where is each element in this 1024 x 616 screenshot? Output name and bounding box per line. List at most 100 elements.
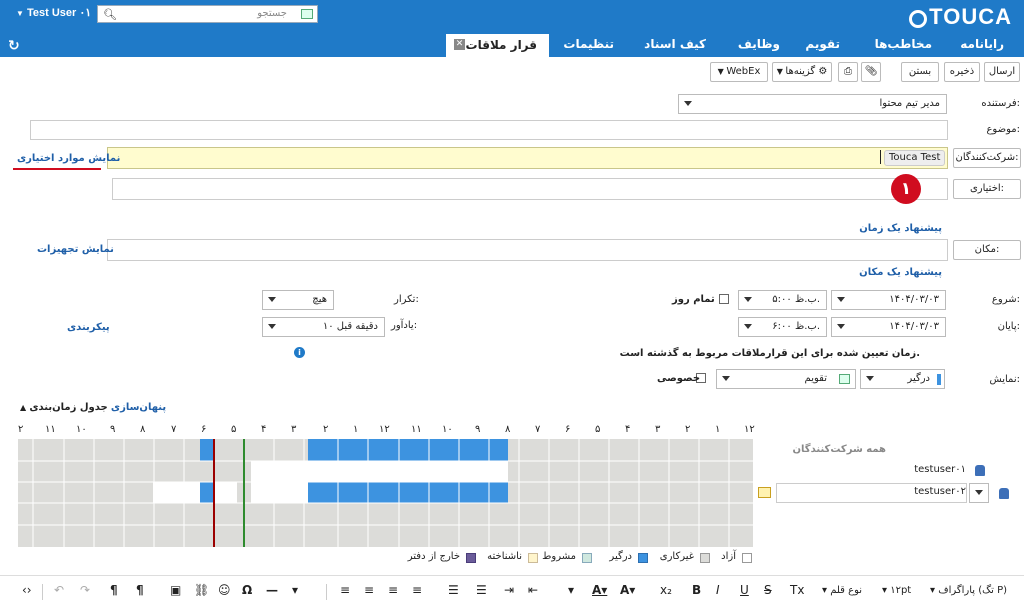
nav-contacts[interactable]: مخاطب‌ها <box>875 37 932 51</box>
hour-label: ۱۱ <box>411 424 422 435</box>
font-select[interactable]: ▾ نوع قلم <box>822 585 862 596</box>
editor-toolbar: ‹› ↶ ↷ ¶ ¶ ▣ ⛓︎ ☺ Ω — ▾ ≡ ≡ ≡ ≡ ☰ ☰ ⇥ ⇤ … <box>0 580 1024 606</box>
outdent-icon[interactable]: ⇤ <box>528 583 538 597</box>
address-book-icon[interactable] <box>758 487 771 498</box>
hour-label: ۷ <box>171 424 177 435</box>
subscript-icon[interactable]: x₂ <box>660 583 672 597</box>
close-button[interactable]: بستن <box>901 62 939 82</box>
strikethrough-icon[interactable]: S <box>764 583 772 597</box>
save-button[interactable]: ذخیره <box>944 62 980 82</box>
attach-icon[interactable]: 📎︎ <box>861 62 881 82</box>
collapse-icon[interactable]: ▲ <box>20 403 26 412</box>
text-cursor <box>880 150 881 164</box>
location-input[interactable] <box>107 239 948 261</box>
show-equipment-link[interactable]: نمایش تجهیزات <box>37 244 114 255</box>
legend-swatch <box>466 553 476 563</box>
underline-icon[interactable]: U <box>740 583 749 597</box>
calendar-icon[interactable] <box>301 9 313 19</box>
hour-label: ۶ <box>565 424 571 435</box>
step-badge: ۱ <box>891 174 921 204</box>
allday-checkbox[interactable] <box>719 294 729 304</box>
paragraph-select[interactable]: ▾ پاراگراف (تگ P) <box>930 585 1007 596</box>
special-char-icon[interactable]: Ω <box>242 583 252 597</box>
end-date-select[interactable]: ۱۴۰۴/۰۳/۰۳ <box>831 317 946 337</box>
bullet-list-icon[interactable]: ☰ <box>476 583 487 597</box>
italic-icon[interactable]: I <box>716 583 720 597</box>
reminder-select[interactable]: ۱۰ دقیقه قبل <box>262 317 385 337</box>
attendees-button[interactable]: شرکت‌کنندگان: <box>953 148 1021 168</box>
text-color-icon[interactable]: A▾ <box>592 583 607 597</box>
rtl-icon[interactable]: ¶ <box>110 583 118 597</box>
show-as-select[interactable]: درگیر <box>860 369 945 389</box>
suggest-time-link[interactable]: پیشنهاد یک زمان <box>859 223 942 234</box>
nav-mail[interactable]: رایانامه <box>960 37 1004 51</box>
info-icon[interactable]: i <box>294 347 305 358</box>
start-date-select[interactable]: ۱۴۰۴/۰۳/۰۳ <box>831 290 946 310</box>
nav-briefcase[interactable]: کیف اسناد <box>644 37 706 51</box>
numbered-list-icon[interactable]: ☰ <box>448 583 459 597</box>
justify-icon[interactable]: ≡ <box>412 583 422 597</box>
show-label: نمایش: <box>989 374 1020 385</box>
start-time-value: ۵:۰۰ ب.ظ. <box>772 294 820 305</box>
nav-tasks[interactable]: وظایف <box>738 37 780 51</box>
table-icon[interactable]: ▾ <box>292 583 298 597</box>
attendees-input[interactable] <box>107 147 948 169</box>
search-input[interactable]: 🔍︎ جستجو <box>97 5 318 23</box>
ltr-icon[interactable]: ¶ <box>136 583 144 597</box>
redo-icon[interactable]: ↷ <box>80 583 90 597</box>
clear-format-icon[interactable]: Tx <box>790 583 804 597</box>
free-block <box>153 482 237 503</box>
align-right-icon[interactable]: ≡ <box>340 583 350 597</box>
calendar-select[interactable]: تقویم <box>716 369 856 389</box>
end-time-value: ۶:۰۰ ب.ظ. <box>772 321 820 332</box>
legend-swatch <box>700 553 710 563</box>
all-attendees-label: همه شرکت‌کنندگان <box>792 444 886 455</box>
align-left-icon[interactable]: ≡ <box>388 583 398 597</box>
bold-icon[interactable]: B <box>692 583 701 597</box>
location-button[interactable]: مکان: <box>953 240 1021 260</box>
hour-label: ۱۱ <box>45 424 56 435</box>
undo-icon[interactable]: ↶ <box>54 583 64 597</box>
attendee-name: testuser۰۲ <box>914 486 966 497</box>
close-icon[interactable]: ✕ <box>454 39 465 50</box>
webex-label: WebEx <box>726 66 761 77</box>
size-select-label: ۱۲pt <box>890 585 912 596</box>
image-icon[interactable]: ▣ <box>170 583 181 597</box>
freebusy-grid[interactable] <box>18 439 753 547</box>
subject-input[interactable] <box>30 120 948 140</box>
send-button[interactable]: ارسال <box>984 62 1020 82</box>
optional-button[interactable]: اختیاری: <box>953 179 1021 199</box>
from-select[interactable]: مدیر تیم محتوا <box>678 94 947 114</box>
tab-appointment[interactable]: ✕ قرار ملاقات <box>446 34 549 57</box>
highlight-color-icon[interactable]: ▾ <box>568 583 574 597</box>
show-optional-link[interactable]: نمایش موارد اختیاری <box>17 153 120 164</box>
print-icon[interactable]: ⎙ <box>838 62 858 82</box>
configure-link[interactable]: پیکربندی <box>67 322 110 333</box>
font-color-icon[interactable]: A▾ <box>620 583 635 597</box>
calendar-value: تقویم <box>804 373 827 384</box>
user-menu[interactable]: ▼ Test User ۰۱ <box>14 6 91 19</box>
legend-swatch <box>742 553 752 563</box>
link-icon[interactable]: ⛓︎ <box>194 583 209 597</box>
align-center-icon[interactable]: ≡ <box>364 583 374 597</box>
hide-scheduler-link[interactable]: پنهان‌سازی <box>111 402 166 413</box>
nav-calendar[interactable]: تقویم <box>805 37 840 51</box>
reminder-label: یادآور: <box>391 320 418 331</box>
start-time-select[interactable]: ۵:۰۰ ب.ظ. <box>738 290 827 310</box>
horizontal-line-icon[interactable]: — <box>266 583 278 597</box>
suggest-location-link[interactable]: پیشنهاد یک مکان <box>859 267 942 278</box>
attendee-type-select[interactable] <box>969 483 989 503</box>
end-time-select[interactable]: ۶:۰۰ ب.ظ. <box>738 317 827 337</box>
allday-label: تمام روز <box>672 294 715 305</box>
options-icon: ⚙︎ <box>818 66 828 77</box>
repeat-select[interactable]: هیچ <box>262 290 334 310</box>
size-select[interactable]: ▾ ۱۲pt <box>882 585 911 596</box>
optional-input[interactable] <box>112 178 948 200</box>
webex-button[interactable]: ▼ WebEx <box>710 62 768 82</box>
attendee-chip[interactable]: Touca Test <box>884 150 946 166</box>
nav-settings[interactable]: تنظیمات <box>563 37 614 51</box>
indent-icon[interactable]: ⇥ <box>504 583 514 597</box>
source-code-icon[interactable]: ‹› <box>22 583 32 597</box>
options-button[interactable]: ▼ گزینه‌ها ⚙︎ <box>772 62 832 82</box>
emoji-icon[interactable]: ☺ <box>218 583 231 597</box>
